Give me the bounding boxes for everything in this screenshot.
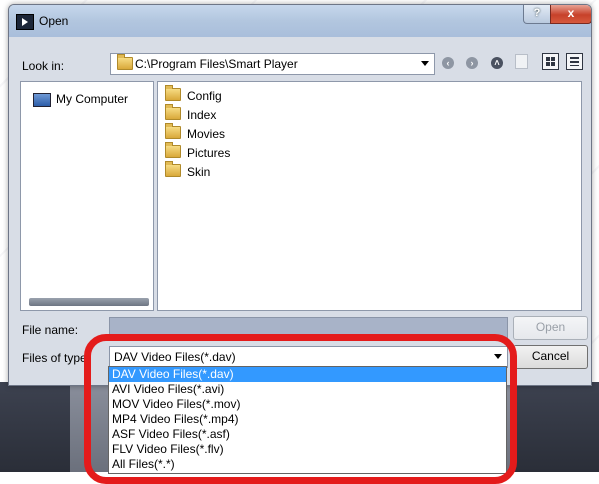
file-label: Index [187, 108, 217, 122]
back-icon[interactable]: ‹ [440, 54, 456, 70]
file-label: Movies [187, 127, 226, 141]
files-of-type-label: Files of type: [22, 351, 91, 365]
open-button[interactable]: Open [513, 316, 588, 340]
player-icon [16, 14, 34, 30]
cancel-button[interactable]: Cancel [513, 345, 588, 369]
computer-icon [33, 92, 51, 107]
folder-icon [117, 54, 133, 70]
folder-icon [165, 161, 181, 177]
list-item[interactable]: Config [165, 85, 222, 106]
list-item[interactable]: Skin [165, 161, 211, 182]
file-label: Skin [187, 165, 211, 179]
new-folder-icon[interactable] [513, 54, 529, 70]
places-item-label: My Computer [56, 92, 129, 106]
forward-icon[interactable]: › [464, 54, 480, 70]
details-view-icon[interactable] [542, 53, 559, 70]
folder-icon [165, 104, 181, 120]
window-title: Open [39, 14, 69, 28]
list-item[interactable]: Pictures [165, 142, 231, 163]
file-label: Pictures [187, 146, 231, 160]
folder-icon [165, 123, 181, 139]
look-in-label: Look in: [22, 59, 65, 73]
file-list: Config Index Movies Pictures Skin [157, 81, 582, 311]
help-button[interactable]: ? [523, 5, 551, 24]
places-panel: My Computer [20, 81, 154, 311]
file-name-label: File name: [22, 323, 79, 337]
title-bar[interactable]: Open ? x [9, 5, 591, 37]
horizontal-scrollbar[interactable] [29, 298, 149, 306]
folder-icon [165, 142, 181, 158]
open-dialog: Open ? x Look in: C:\Program Files\Smart… [8, 4, 592, 386]
look-in-combo[interactable]: C:\Program Files\Smart Player [110, 53, 435, 75]
file-label: Config [187, 89, 222, 103]
highlight-annotation [84, 334, 517, 484]
list-item[interactable]: Movies [165, 123, 226, 144]
up-icon[interactable]: ˄ [489, 54, 505, 70]
close-button[interactable]: x [550, 5, 591, 24]
folder-icon [165, 85, 181, 101]
look-in-path: C:\Program Files\Smart Player [135, 57, 298, 71]
list-view-icon[interactable] [566, 53, 583, 70]
chevron-down-icon[interactable] [421, 61, 429, 66]
places-item-my-computer[interactable]: My Computer [33, 92, 128, 107]
